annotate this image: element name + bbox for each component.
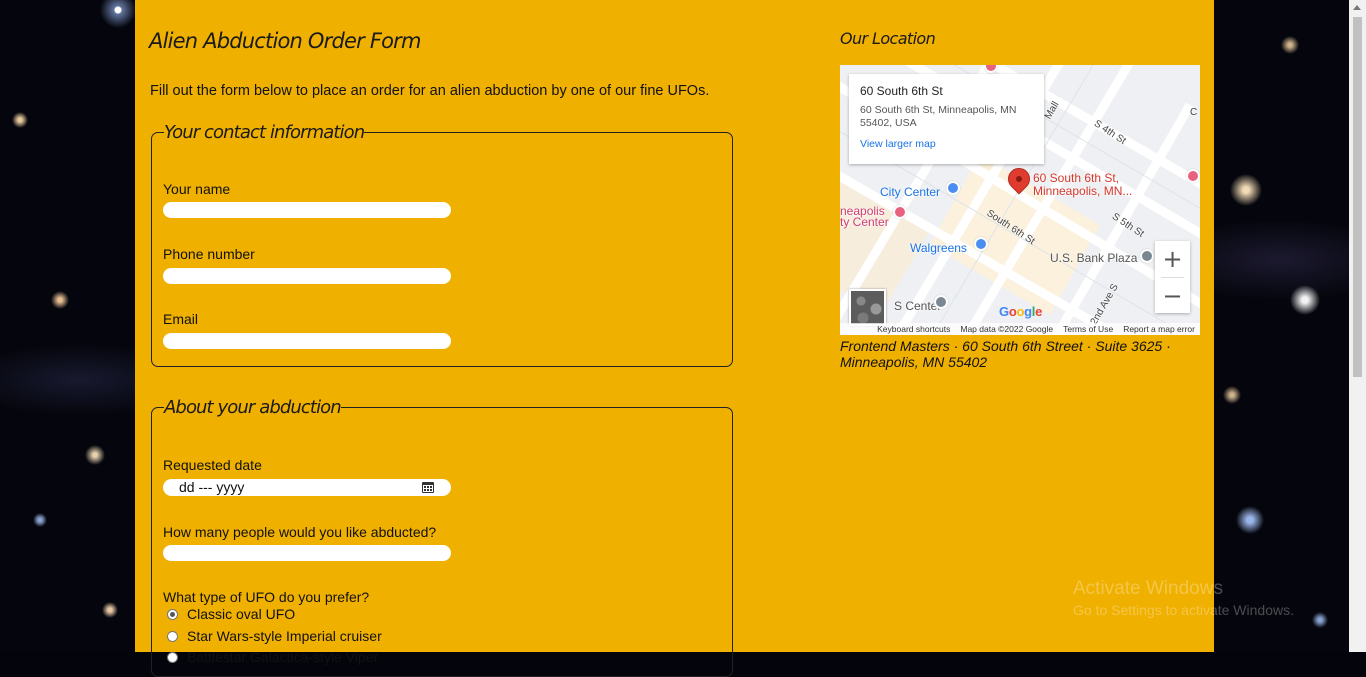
- map-info-card: 60 South 6th St 60 South 6th St, Minneap…: [849, 74, 1044, 164]
- date-input[interactable]: dd --- yyyy: [163, 479, 451, 496]
- abduction-fieldset: About your abduction Requested date dd -…: [151, 397, 733, 677]
- zoom-out-button[interactable]: −: [1155, 278, 1190, 314]
- location-title: Our Location: [840, 29, 936, 48]
- phone-label: Phone number: [163, 246, 255, 262]
- hotel-icon[interactable]: [1186, 169, 1200, 183]
- people-count-input[interactable]: [163, 545, 451, 561]
- shopping-bag-icon[interactable]: [946, 181, 960, 195]
- map-card-title: 60 South 6th St: [860, 84, 943, 98]
- date-placeholder: dd --- yyyy: [179, 479, 245, 495]
- pin-label-line2: Minneapolis, MN...: [1033, 184, 1133, 198]
- zoom-in-button[interactable]: +: [1155, 241, 1190, 277]
- page-content: Alien Abduction Order Form Fill out the …: [135, 0, 1214, 677]
- ufo-option-label: Battlestar Galactica-style Viper: [187, 649, 379, 665]
- email-label: Email: [163, 311, 199, 327]
- form-intro-text: Fill out the form below to place an orde…: [150, 83, 710, 99]
- hotel-icon[interactable]: [893, 205, 907, 219]
- ufo-type-label: What type of UFO do you prefer?: [163, 589, 370, 605]
- page-title: Alien Abduction Order Form: [149, 29, 421, 53]
- calendar-icon[interactable]: [422, 482, 434, 493]
- vertical-scrollbar[interactable]: [1349, 0, 1366, 652]
- ufo-option-label: Star Wars-style Imperial cruiser: [187, 628, 382, 644]
- ufo-option-label: Classic oval UFO: [187, 606, 296, 622]
- map-attribution-bar: Keyboard shortcuts Map data ©2022 Google…: [840, 323, 1200, 335]
- people-count-label: How many people would you like abducted?: [163, 524, 437, 540]
- poi-city-center[interactable]: City Center: [880, 185, 940, 199]
- ufo-option-star-wars[interactable]: Star Wars-style Imperial cruiser: [167, 627, 382, 645]
- map-card-address: 60 South 6th St, Minneapolis, MN 55402, …: [860, 104, 1017, 129]
- contact-info-legend: Your contact information: [164, 122, 365, 143]
- embedded-map[interactable]: S 4th St South 6th St S 5th St Mall 2nd …: [840, 65, 1200, 335]
- poi-minneapolis-city-center-2[interactable]: ty Center: [840, 215, 889, 229]
- scroll-up-arrow-icon[interactable]: [1353, 5, 1361, 10]
- map-zoom-controls: + −: [1155, 241, 1190, 313]
- name-input[interactable]: [163, 202, 451, 218]
- poi-walgreens[interactable]: Walgreens: [910, 241, 967, 255]
- phone-input[interactable]: [163, 268, 451, 284]
- google-logo: Google: [999, 304, 1043, 319]
- scrollbar-thumb[interactable]: [1353, 17, 1362, 377]
- radio-button-checked[interactable]: [167, 608, 178, 620]
- place-marker-icon[interactable]: [934, 295, 948, 309]
- report-map-error-link[interactable]: Report a map error: [1123, 323, 1195, 335]
- abduction-legend: About your abduction: [164, 397, 342, 418]
- view-larger-map-link[interactable]: View larger map: [860, 138, 1033, 150]
- ufo-option-battlestar[interactable]: Battlestar Galactica-style Viper: [167, 648, 378, 666]
- map-pin-label[interactable]: 60 South 6th St, Minneapolis, MN...: [1033, 172, 1132, 198]
- map-data-text: Map data ©2022 Google: [960, 324, 1054, 334]
- company-address: Frontend Masters · 60 South 6th Street ·…: [840, 338, 1171, 370]
- place-marker-icon[interactable]: [1140, 249, 1154, 263]
- date-label: Requested date: [163, 457, 262, 473]
- terms-of-use-link[interactable]: Terms of Use: [1063, 323, 1113, 335]
- radio-button[interactable]: [167, 630, 178, 642]
- satellite-toggle[interactable]: [849, 289, 886, 326]
- watermark-title: Activate Windows: [1073, 578, 1223, 599]
- poi-us-bank-plaza[interactable]: U.S. Bank Plaza: [1050, 251, 1137, 265]
- windows-activation-watermark: Activate Windows Go to Settings to activ…: [1073, 578, 1294, 618]
- watermark-subtitle: Go to Settings to activate Windows.: [1073, 602, 1294, 618]
- street-label-c: C: [1190, 107, 1198, 118]
- name-label: Your name: [163, 181, 231, 197]
- contact-info-fieldset: Your contact information Your name Phone…: [151, 122, 733, 367]
- radio-button[interactable]: [167, 651, 178, 663]
- ufo-option-classic[interactable]: Classic oval UFO: [167, 605, 295, 623]
- shopping-bag-icon[interactable]: [974, 237, 988, 251]
- email-input[interactable]: [163, 333, 451, 349]
- keyboard-shortcuts-link[interactable]: Keyboard shortcuts: [877, 323, 950, 335]
